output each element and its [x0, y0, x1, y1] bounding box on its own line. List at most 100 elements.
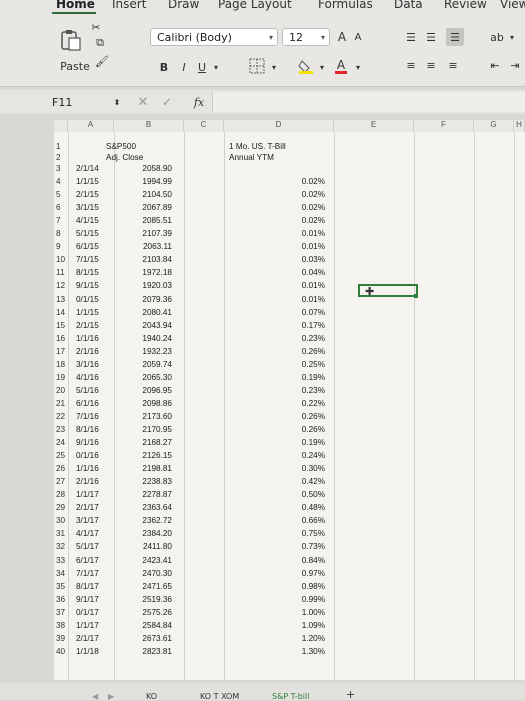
cell-a[interactable]: 3/1/15: [76, 203, 116, 212]
font-color-button[interactable]: A: [334, 58, 348, 74]
row-number[interactable]: 30: [56, 516, 70, 525]
cell-d[interactable]: 0.17%: [229, 321, 325, 330]
tab-view[interactable]: View: [500, 0, 525, 11]
row-number[interactable]: 31: [56, 529, 70, 538]
cell-d[interactable]: 0.01%: [229, 281, 325, 290]
cell-b[interactable]: 2471.65: [120, 582, 172, 591]
tab-draw[interactable]: Draw: [168, 0, 199, 11]
cell-b[interactable]: 2170.95: [120, 425, 172, 434]
cell-a[interactable]: 8/1/17: [76, 582, 116, 591]
row-number[interactable]: 34: [56, 569, 70, 578]
cell-d[interactable]: 1.00%: [229, 608, 325, 617]
cell-d[interactable]: 0.25%: [229, 360, 325, 369]
cell-b[interactable]: 2823.81: [120, 647, 172, 656]
cell-b[interactable]: 2079.36: [120, 295, 172, 304]
cell-b[interactable]: 2584.84: [120, 621, 172, 630]
cell-b[interactable]: 2470.30: [120, 569, 172, 578]
cell-a[interactable]: 6/1/16: [76, 399, 116, 408]
cell-d[interactable]: 0.07%: [229, 308, 325, 317]
cell-d[interactable]: 0.23%: [229, 334, 325, 343]
row-number[interactable]: 23: [56, 425, 70, 434]
row-number[interactable]: 39: [56, 634, 70, 643]
cell-b[interactable]: 2103.84: [120, 255, 172, 264]
cell-b[interactable]: 1940.24: [120, 334, 172, 343]
row-number[interactable]: 11: [56, 268, 70, 277]
cell-d[interactable]: 0.42%: [229, 477, 325, 486]
chevron-down-icon[interactable]: ▾: [354, 60, 362, 74]
cell-d[interactable]: 0.01%: [229, 295, 325, 304]
increase-indent-icon[interactable]: ⇥: [508, 58, 522, 72]
cell-d[interactable]: 0.97%: [229, 569, 325, 578]
paste-label[interactable]: Paste: [60, 60, 90, 73]
cell-b[interactable]: 1932.23: [120, 347, 172, 356]
font-size-select[interactable]: 12 ▾: [282, 28, 330, 46]
row-number[interactable]: 9: [56, 242, 70, 251]
cell-b1[interactable]: S&P500: [106, 142, 162, 151]
cell-b[interactable]: 1920.03: [120, 281, 172, 290]
cell-a[interactable]: 7/1/17: [76, 569, 116, 578]
row-number[interactable]: 1: [56, 142, 70, 151]
cell-b[interactable]: 2384.20: [120, 529, 172, 538]
align-bottom-icon[interactable]: ☰: [446, 28, 464, 46]
cell-b[interactable]: 1972.18: [120, 268, 172, 277]
cell-b[interactable]: 2085.51: [120, 216, 172, 225]
row-number[interactable]: 19: [56, 373, 70, 382]
row-number[interactable]: 3: [56, 164, 70, 173]
cell-a[interactable]: 1/1/17: [76, 490, 116, 499]
cell-d[interactable]: 0.01%: [229, 229, 325, 238]
cell-d[interactable]: 0.02%: [229, 177, 325, 186]
row-number[interactable]: 4: [56, 177, 70, 186]
paste-icon[interactable]: [58, 28, 84, 52]
cell-a[interactable]: 1/1/15: [76, 308, 116, 317]
row-number[interactable]: 13: [56, 295, 70, 304]
cell-b[interactable]: 2043.94: [120, 321, 172, 330]
cell-a[interactable]: 5/1/17: [76, 542, 116, 551]
row-number[interactable]: 10: [56, 255, 70, 264]
cell-b[interactable]: 2278.87: [120, 490, 172, 499]
cell-b[interactable]: 2411.80: [120, 542, 172, 551]
chevron-down-icon[interactable]: ▾: [508, 30, 516, 44]
cell-d[interactable]: 0.23%: [229, 386, 325, 395]
cell-b2[interactable]: Adj. Close: [106, 153, 162, 162]
row-number[interactable]: 33: [56, 556, 70, 565]
row-number[interactable]: 8: [56, 229, 70, 238]
chevron-down-icon[interactable]: ▾: [318, 60, 326, 74]
row-number[interactable]: 12: [56, 281, 70, 290]
add-sheet-button[interactable]: +: [346, 688, 355, 701]
cell-a[interactable]: 3/1/17: [76, 516, 116, 525]
cell-b[interactable]: 2096.95: [120, 386, 172, 395]
cell-d[interactable]: 0.30%: [229, 464, 325, 473]
italic-button[interactable]: I: [178, 60, 190, 74]
column-header-a[interactable]: A: [68, 120, 114, 132]
cell-d[interactable]: 0.26%: [229, 412, 325, 421]
cell-d[interactable]: 0.04%: [229, 268, 325, 277]
copy-icon[interactable]: ⧉: [92, 36, 108, 50]
row-number[interactable]: 7: [56, 216, 70, 225]
cell-d[interactable]: 0.02%: [229, 216, 325, 225]
row-number[interactable]: 38: [56, 621, 70, 630]
cell-d[interactable]: 1.20%: [229, 634, 325, 643]
borders-icon[interactable]: [248, 58, 266, 74]
cell-a[interactable]: 1/1/16: [76, 464, 116, 473]
cell-a[interactable]: 3/1/16: [76, 360, 116, 369]
column-header-b[interactable]: B: [114, 120, 184, 132]
decrease-indent-icon[interactable]: ⇤: [488, 58, 502, 72]
bold-button[interactable]: B: [158, 60, 170, 74]
cell-a[interactable]: 5/1/15: [76, 229, 116, 238]
cell-d[interactable]: 0.19%: [229, 438, 325, 447]
cell-b[interactable]: 2575.26: [120, 608, 172, 617]
cell-b[interactable]: 2107.39: [120, 229, 172, 238]
column-header-d[interactable]: D: [224, 120, 334, 132]
row-number[interactable]: 28: [56, 490, 70, 499]
cell-a[interactable]: 5/1/16: [76, 386, 116, 395]
underline-button[interactable]: U: [196, 60, 208, 74]
align-top-icon[interactable]: ☰: [404, 30, 418, 44]
row-number[interactable]: 27: [56, 477, 70, 486]
row-number[interactable]: 18: [56, 360, 70, 369]
cell-a[interactable]: 1/1/16: [76, 334, 116, 343]
cell-d[interactable]: 0.03%: [229, 255, 325, 264]
cell-a[interactable]: 4/1/15: [76, 216, 116, 225]
cell-d[interactable]: 1.09%: [229, 621, 325, 630]
cell-b[interactable]: 2168.27: [120, 438, 172, 447]
row-number[interactable]: 25: [56, 451, 70, 460]
